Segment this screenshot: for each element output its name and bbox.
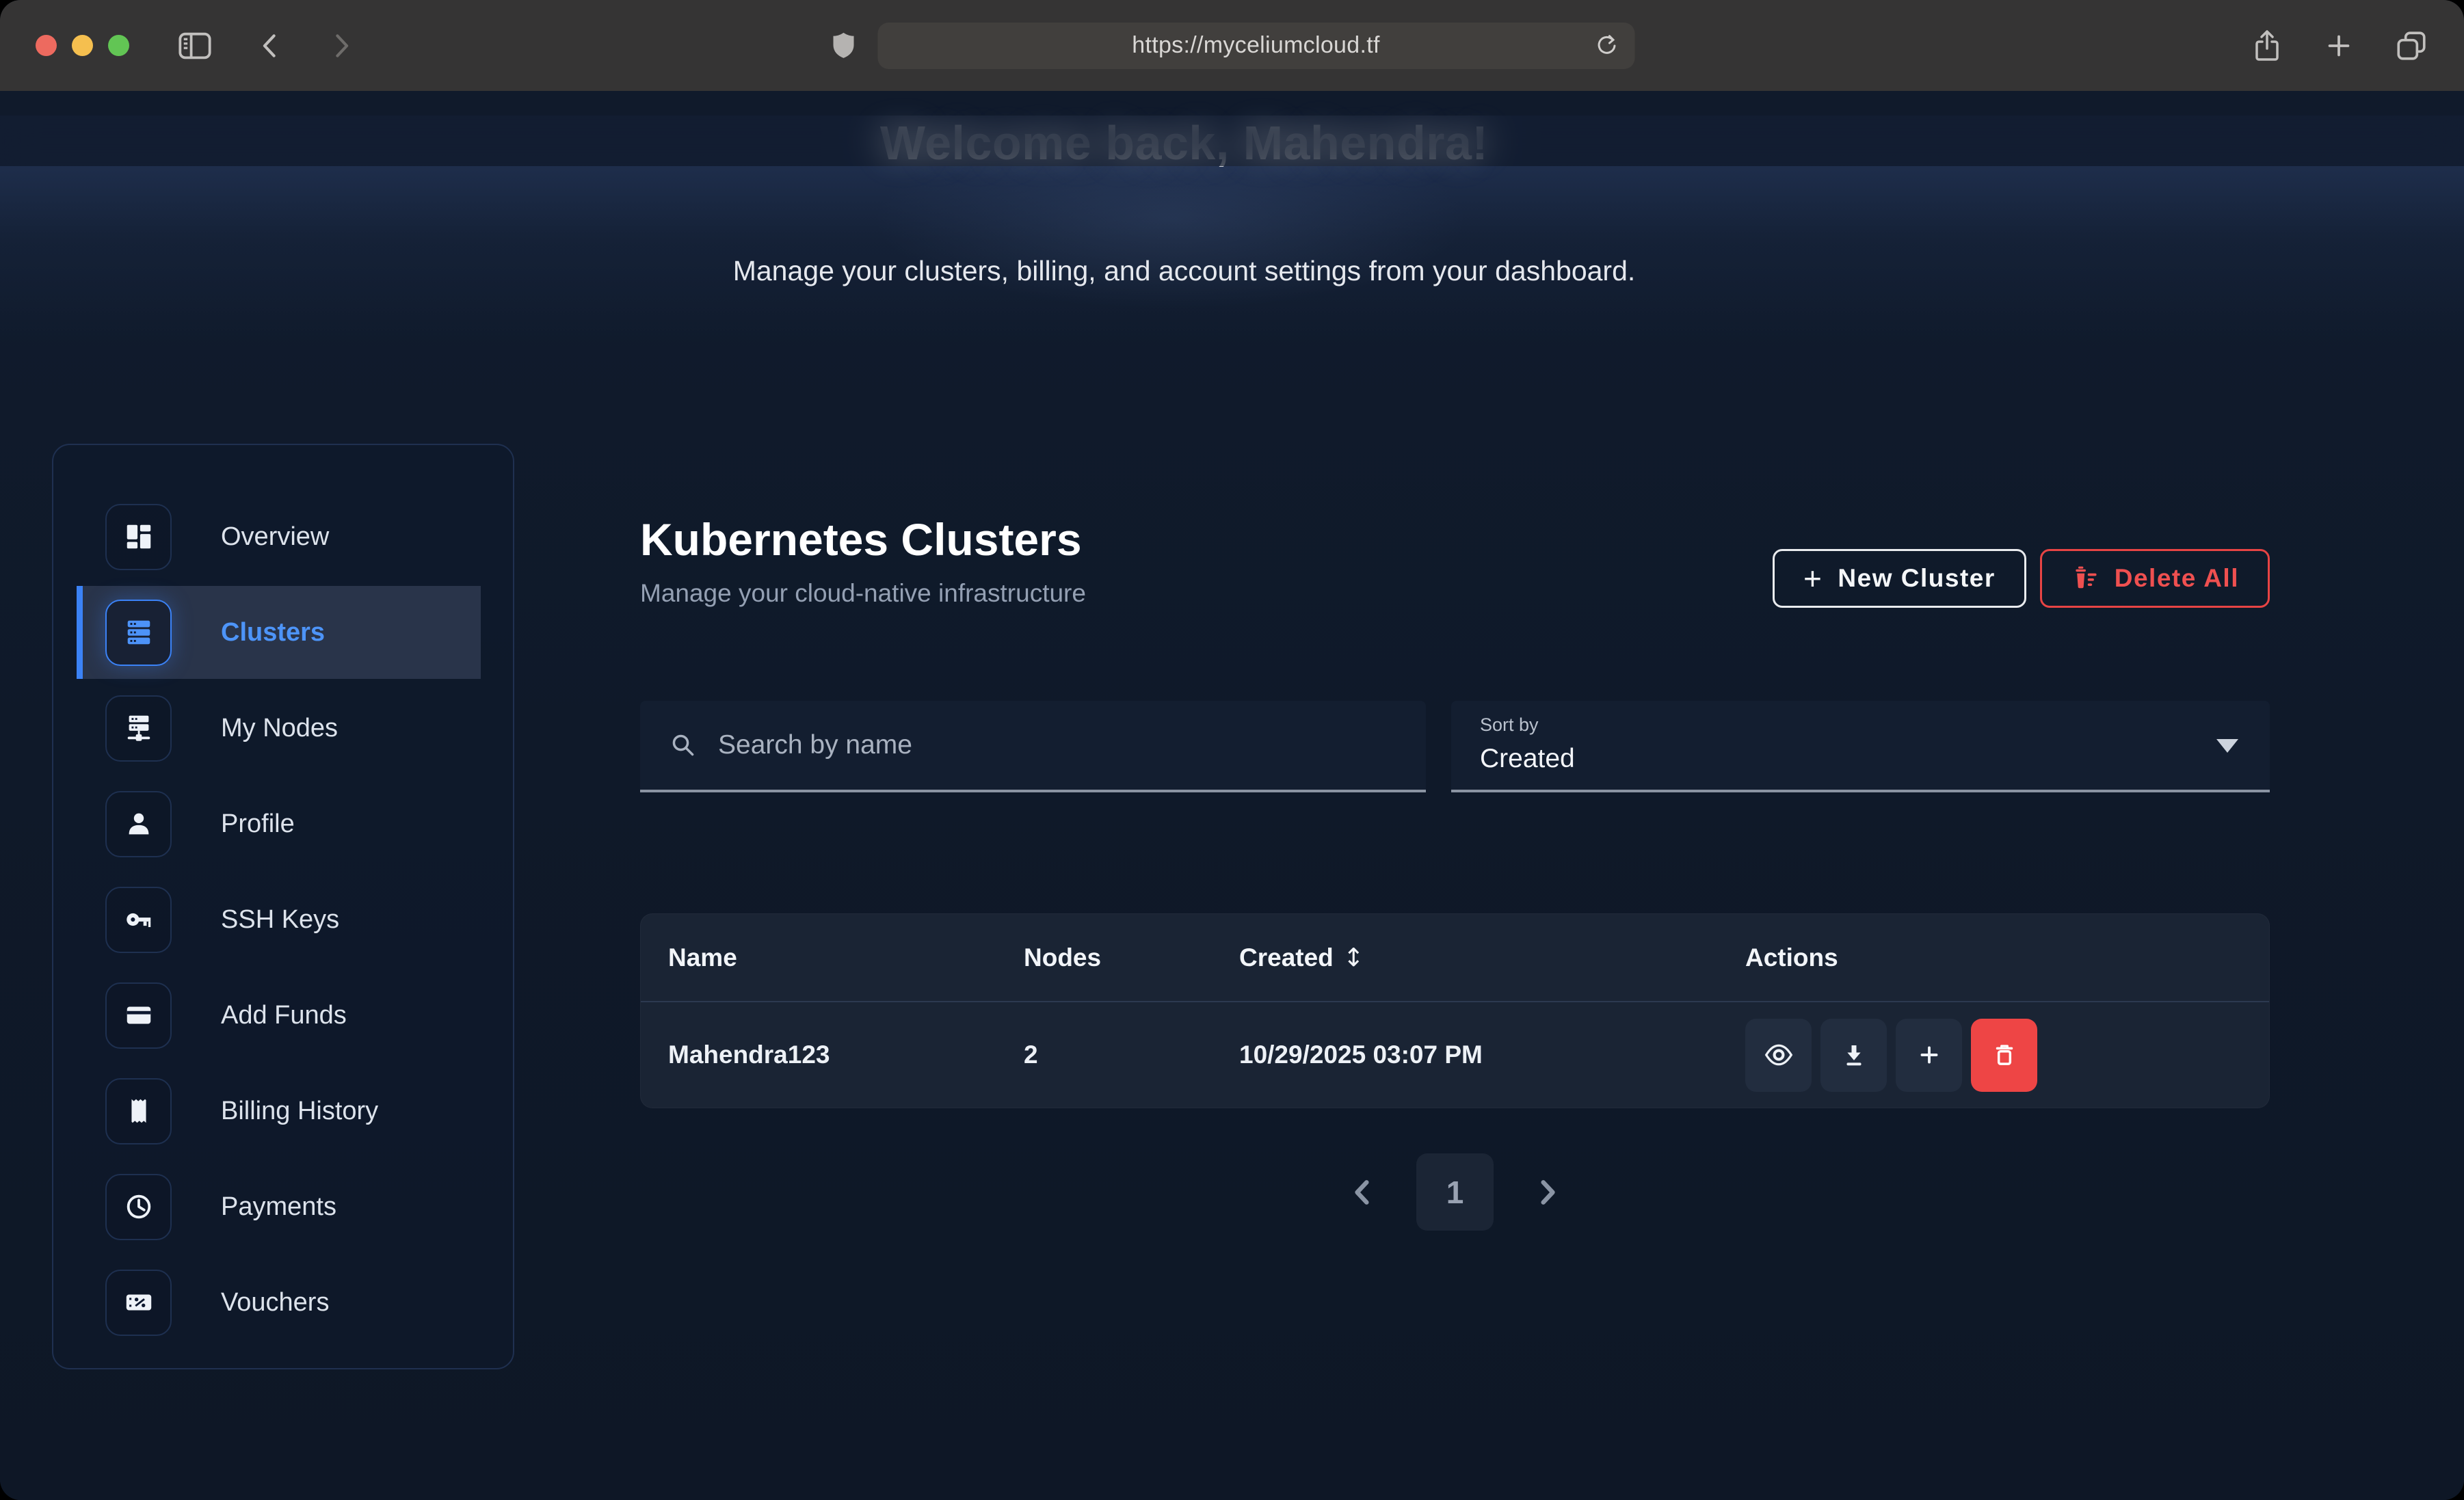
sidebar-item-overview[interactable]: Overview — [53, 489, 513, 585]
address-bar-group: https://myceliumcloud.tf — [830, 23, 1634, 69]
dashboard-content: Overview Clusters — [0, 444, 2464, 1369]
sidebar-item-label: Overview — [221, 522, 329, 552]
delete-cluster-button[interactable] — [1971, 1019, 2037, 1092]
sidebar-item-profile[interactable]: Profile — [53, 776, 513, 872]
close-window-button[interactable] — [36, 35, 57, 56]
dashboard-icon — [105, 504, 172, 570]
sort-updown-icon: ↕ — [1343, 943, 1364, 972]
clusters-table: Name Nodes Created↕ Actions Mahendra123 … — [640, 913, 2270, 1108]
dropdown-arrow-icon — [2216, 739, 2238, 753]
add-node-button[interactable] — [1896, 1019, 1962, 1092]
column-header-name: Name — [668, 943, 1024, 972]
sidebar-item-label: Clusters — [221, 618, 325, 647]
cluster-nodes-cell: 2 — [1024, 1041, 1239, 1069]
toolbar-right-icons — [2251, 28, 2428, 64]
key-icon — [105, 887, 172, 953]
sidebar-item-vouchers[interactable]: Vouchers — [53, 1255, 513, 1350]
new-cluster-button[interactable]: + New Cluster — [1773, 549, 2026, 608]
search-box[interactable] — [640, 701, 1426, 792]
table-row: Mahendra123 2 10/29/2025 03:07 PM — [641, 1002, 2269, 1108]
welcome-subtitle: Manage your clusters, billing, and accou… — [0, 255, 2464, 287]
new-cluster-label: New Cluster — [1838, 564, 1995, 593]
sidebar-item-label: My Nodes — [221, 714, 338, 743]
receipt-icon — [105, 1078, 172, 1144]
page-subtitle: Manage your cloud-native infrastructure — [640, 579, 1086, 608]
sort-label: Sort by — [1480, 714, 2241, 736]
filter-row: Sort by Created — [640, 701, 2270, 792]
trash-icon — [1990, 1041, 2019, 1069]
url-bar[interactable]: https://myceliumcloud.tf — [877, 23, 1634, 69]
plus-icon: + — [1803, 563, 1823, 594]
sidebar-toggle-icon[interactable] — [177, 28, 213, 64]
nodes-icon — [105, 695, 172, 762]
tab-overview-icon[interactable] — [2394, 29, 2428, 63]
clock-icon — [105, 1174, 172, 1240]
privacy-shield-icon[interactable] — [830, 30, 857, 62]
sidebar-item-label: Payments — [221, 1192, 336, 1222]
next-page-icon[interactable] — [1536, 1177, 1561, 1207]
sidebar-item-billing-history[interactable]: Billing History — [53, 1063, 513, 1159]
eye-icon — [1764, 1040, 1794, 1070]
sidebar-item-payments[interactable]: Payments — [53, 1159, 513, 1255]
download-icon — [1840, 1041, 1868, 1069]
minimize-window-button[interactable] — [72, 35, 93, 56]
sidebar-item-clusters[interactable]: Clusters — [53, 585, 513, 680]
view-cluster-button[interactable] — [1745, 1019, 1812, 1092]
clusters-panel: Kubernetes Clusters Manage your cloud-na… — [640, 444, 2270, 1231]
column-header-created[interactable]: Created↕ — [1239, 943, 1745, 972]
plus-icon — [1915, 1041, 1944, 1069]
page-title: Kubernetes Clusters — [640, 513, 1086, 565]
new-tab-icon[interactable] — [2323, 30, 2355, 62]
clusters-icon — [105, 600, 172, 666]
download-kubeconfig-button[interactable] — [1820, 1019, 1887, 1092]
person-icon — [105, 791, 172, 857]
traffic-lights — [36, 35, 129, 56]
back-icon[interactable] — [256, 31, 287, 61]
delete-all-button[interactable]: Delete All — [2040, 549, 2270, 608]
column-header-actions: Actions — [1745, 943, 2242, 972]
browser-window: https://myceliumcloud.tf — [0, 0, 2464, 1500]
sort-select[interactable]: Sort by Created — [1451, 701, 2270, 792]
browser-toolbar: https://myceliumcloud.tf — [0, 0, 2464, 91]
page-number-button[interactable]: 1 — [1416, 1153, 1494, 1231]
cluster-name-cell: Mahendra123 — [668, 1041, 1024, 1069]
row-actions — [1745, 1019, 2242, 1092]
page-body: Welcome back, Mahendra! Manage your clus… — [0, 116, 2464, 1500]
clusters-titles: Kubernetes Clusters Manage your cloud-na… — [640, 513, 1086, 608]
sort-value: Created — [1480, 744, 2241, 774]
table-header-row: Name Nodes Created↕ Actions — [641, 914, 2269, 1002]
search-input[interactable] — [717, 729, 1397, 761]
pagination: 1 — [640, 1153, 2270, 1231]
header-actions: + New Cluster — [1773, 549, 2270, 608]
prev-page-icon[interactable] — [1349, 1177, 1374, 1207]
clusters-header: Kubernetes Clusters Manage your cloud-na… — [640, 513, 2270, 608]
sidebar-nav: Overview Clusters — [52, 444, 514, 1369]
sidebar-item-my-nodes[interactable]: My Nodes — [53, 680, 513, 776]
url-text: https://myceliumcloud.tf — [1132, 32, 1379, 59]
sidebar-item-label: Add Funds — [221, 1001, 347, 1030]
sidebar-item-label: Vouchers — [221, 1288, 329, 1317]
delete-all-label: Delete All — [2115, 564, 2239, 593]
sidebar-item-add-funds[interactable]: Add Funds — [53, 967, 513, 1063]
nav-buttons — [256, 31, 355, 61]
sidebar-item-label: SSH Keys — [221, 905, 339, 935]
forward-icon[interactable] — [325, 31, 355, 61]
column-header-nodes: Nodes — [1024, 943, 1239, 972]
ticket-percent-icon — [105, 1270, 172, 1336]
credit-card-icon — [105, 982, 172, 1049]
sidebar-item-ssh-keys[interactable]: SSH Keys — [53, 872, 513, 967]
reload-icon[interactable] — [1593, 33, 1619, 59]
sticky-header-blur-band — [0, 116, 2464, 166]
search-icon — [669, 731, 698, 760]
delete-sweep-icon — [2071, 563, 2101, 593]
cluster-created-cell: 10/29/2025 03:07 PM — [1239, 1041, 1745, 1069]
sidebar-item-label: Profile — [221, 809, 295, 839]
zoom-window-button[interactable] — [108, 35, 129, 56]
share-icon[interactable] — [2251, 28, 2283, 64]
sidebar-item-label: Billing History — [221, 1097, 378, 1126]
